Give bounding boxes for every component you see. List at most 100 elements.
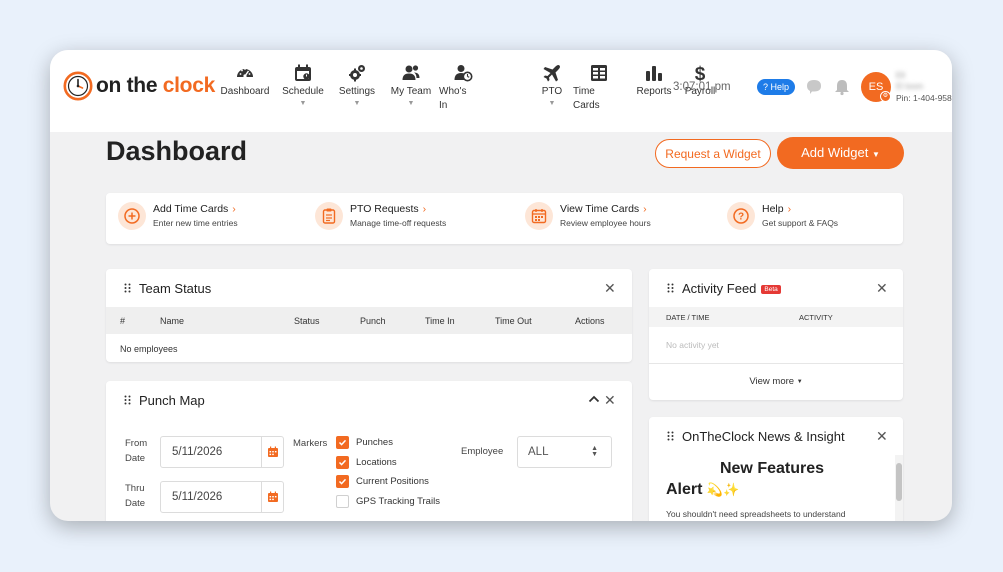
chat-bubble-icon[interactable]: [805, 78, 823, 96]
activity-feed-widget: Activity Feed Beta ✕ DATE / TIME ACTIVITY…: [649, 269, 903, 400]
caret-down-icon: ▼: [871, 150, 880, 159]
plane-icon: [543, 65, 560, 82]
bar-chart-icon: [646, 66, 662, 81]
drag-handle-icon[interactable]: [124, 283, 131, 293]
nav-settings[interactable]: Settings ▼: [334, 63, 380, 107]
checkbox-checked-icon: [336, 456, 349, 469]
drag-handle-icon[interactable]: [667, 431, 674, 441]
news-headline-line2: Alert 💫✨: [666, 481, 740, 498]
chevron-down-icon: ▼: [299, 100, 307, 107]
close-icon[interactable]: ✕: [876, 281, 888, 295]
help-button[interactable]: ? Help: [757, 79, 796, 95]
marker-current-positions-checkbox[interactable]: Current Positions: [336, 475, 429, 488]
current-time: 3:07:01 pm: [673, 81, 731, 93]
gears-icon: [349, 65, 365, 82]
brand-logo[interactable]: on the clock: [63, 71, 215, 101]
calendar-icon[interactable]: [261, 437, 283, 467]
quick-action-pto-requests[interactable]: PTO Requests › Manage time-off requests: [315, 202, 446, 230]
employee-label: Employee: [461, 446, 504, 457]
table-header: DATE / TIME ACTIVITY: [649, 307, 903, 327]
nav-pto[interactable]: PTO ▼: [535, 63, 569, 107]
table-icon: [591, 65, 607, 81]
marker-gps-trails-checkbox[interactable]: GPS Tracking Trails: [336, 495, 440, 508]
checkbox-checked-icon: [336, 475, 349, 488]
divider: [649, 363, 903, 364]
thru-date-input[interactable]: 5/11/2026: [160, 481, 284, 513]
close-icon[interactable]: ✕: [604, 281, 616, 295]
user-clock-icon: [454, 65, 473, 82]
nav-schedule[interactable]: Schedule ▼: [280, 63, 326, 107]
drag-handle-icon[interactable]: [667, 283, 674, 293]
widget-title: Activity Feed Beta: [682, 281, 781, 296]
clock-logo-icon: [63, 71, 93, 101]
widget-header: Punch Map ✕: [106, 381, 632, 419]
widget-header: Activity Feed Beta ✕: [649, 269, 903, 307]
nav-my-team[interactable]: My Team ▼: [387, 63, 435, 107]
user-pin: Pin: 1-404-958: [896, 93, 952, 103]
marker-locations-checkbox[interactable]: Locations: [336, 456, 397, 469]
app-window: on the clock Dashboard Schedule ▼ Settin…: [50, 50, 952, 521]
nav-reports[interactable]: Reports: [631, 63, 677, 99]
question-icon: ?: [727, 202, 755, 230]
quick-action-add-time-cards[interactable]: Add Time Cards › Enter new time entries: [118, 202, 238, 230]
checkbox-checked-icon: [336, 436, 349, 449]
bell-icon[interactable]: [833, 78, 851, 96]
employee-select[interactable]: ALL ▲ ▼: [517, 436, 612, 468]
widget-title: Team Status: [139, 281, 212, 296]
chevron-down-icon: ▼: [353, 100, 361, 107]
nav-dashboard[interactable]: Dashboard: [219, 63, 271, 99]
chevron-right-icon: ›: [787, 203, 792, 215]
team-icon: [402, 65, 420, 80]
team-status-widget: Team Status ✕ # Name Status Punch Time I…: [106, 269, 632, 362]
chevron-right-icon: ›: [232, 203, 236, 215]
nav-time-cards[interactable]: Time Cards: [573, 63, 611, 113]
page-title: Dashboard: [106, 136, 248, 166]
gauge-icon: [237, 68, 253, 78]
chevron-right-icon: ›: [422, 203, 427, 215]
empty-state-text: No activity yet: [666, 340, 719, 350]
from-date-input[interactable]: 5/11/2026: [160, 436, 284, 468]
empty-state-text: No employees: [120, 344, 178, 354]
news-body-text: You shouldn't need spreadsheets to under…: [666, 509, 846, 519]
nav-whos-in[interactable]: Who's In: [439, 63, 477, 113]
marker-punches-checkbox[interactable]: Punches: [336, 436, 393, 449]
chevron-down-icon: ▼: [407, 100, 415, 107]
widget-header: Team Status ✕: [106, 269, 632, 307]
clipboard-icon: [315, 202, 343, 230]
logo-wordmark: on the clock: [96, 74, 215, 97]
calendar-icon[interactable]: [261, 482, 283, 512]
close-icon[interactable]: ✕: [876, 429, 888, 443]
from-date-label: From Date: [125, 438, 148, 464]
checkbox-unchecked-icon: [336, 495, 349, 508]
news-headline-line1: New Features: [719, 460, 825, 477]
drag-handle-icon[interactable]: [124, 395, 131, 405]
select-arrows-icon: ▲ ▼: [591, 445, 598, 458]
add-widget-button[interactable]: Add Widget ▼: [777, 137, 904, 169]
top-navigation-bar: on the clock Dashboard Schedule ▼ Settin…: [50, 50, 952, 132]
widget-header: OnTheClock News & Insight ✕: [649, 417, 903, 455]
chevron-right-icon: ›: [643, 203, 647, 215]
thru-date-label: Thru Date: [125, 483, 146, 509]
caret-down-icon: ▼: [796, 379, 803, 385]
beta-badge: Beta: [761, 285, 781, 294]
avatar-settings-badge: ⚙: [880, 91, 891, 102]
quick-action-view-time-cards[interactable]: View Time Cards › Review employee hours: [525, 202, 651, 230]
table-header: # Name Status Punch Time In Time Out Act…: [106, 307, 632, 334]
widget-title: Punch Map: [139, 393, 205, 408]
chevron-up-icon[interactable]: [588, 394, 600, 404]
request-widget-button[interactable]: Request a Widget: [655, 139, 771, 168]
quick-actions-bar: Add Time Cards › Enter new time entries P…: [106, 193, 903, 244]
widget-title: OnTheClock News & Insight: [682, 429, 845, 444]
quick-action-help[interactable]: ? Help › Get support & FAQs: [727, 202, 838, 230]
dollar-icon: $: [695, 64, 706, 83]
news-insight-widget: OnTheClock News & Insight ✕ New Features…: [649, 417, 903, 521]
close-icon[interactable]: ✕: [604, 393, 616, 407]
calendar-icon: [295, 64, 311, 81]
user-name: Ell El Ioom: [896, 71, 924, 91]
view-more-link[interactable]: View more ▼: [649, 376, 903, 387]
svg-text:?: ?: [738, 212, 744, 223]
plus-circle-icon: [118, 202, 146, 230]
markers-label: Markers: [293, 438, 328, 449]
chevron-down-icon: ▼: [548, 100, 556, 107]
scrollbar-thumb[interactable]: [896, 463, 902, 501]
